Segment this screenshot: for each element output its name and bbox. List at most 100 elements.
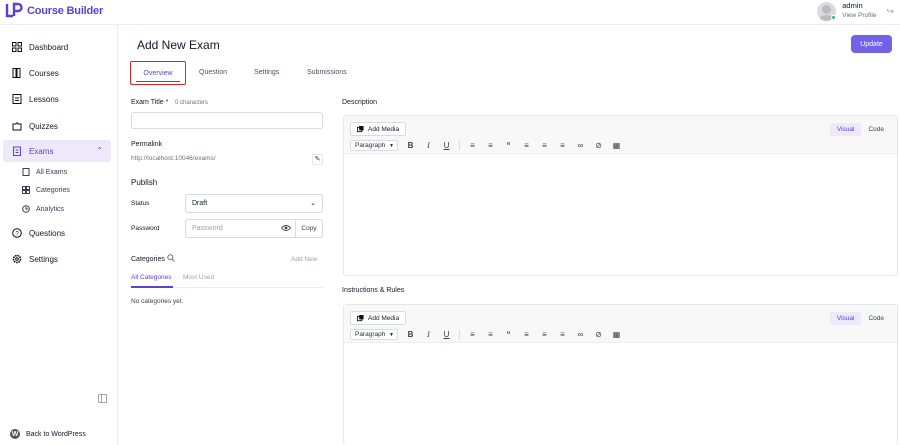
active-category-tab-underline	[131, 286, 173, 288]
toolbar-toggle-icon[interactable]: ▦	[611, 141, 622, 150]
publish-heading: Publish	[131, 178, 158, 187]
tab-submissions[interactable]: Submissions	[307, 69, 347, 76]
brand-name: Course Builder	[27, 5, 104, 17]
add-media-label: Add Media	[368, 314, 400, 322]
sidebar-item-exams[interactable]: Exams ⌃	[3, 140, 111, 162]
sidebar-item-quizzes[interactable]: Quizzes	[3, 115, 111, 137]
sidebar-item-label: Exams	[29, 146, 54, 156]
clipboard-icon	[13, 146, 21, 156]
logout-icon[interactable]: ↪	[886, 6, 894, 17]
bullet-list-icon[interactable]: ≡	[467, 141, 478, 150]
edit-permalink-icon[interactable]: ✎	[312, 154, 323, 165]
view-profile-link[interactable]: View Profile	[842, 11, 876, 21]
copy-button[interactable]: Copy	[295, 220, 322, 237]
document-icon	[22, 168, 30, 176]
eye-icon[interactable]	[281, 224, 291, 232]
add-media-button[interactable]: Add Media	[350, 122, 407, 136]
format-toolbar: Paragraph ▼ B I U ≡ ≡ “ ≡ ≡ ≡ ∞ ⊘ ▦	[350, 329, 622, 340]
align-right-icon[interactable]: ≡	[557, 330, 568, 339]
add-new-category-link[interactable]: Add New	[291, 256, 317, 263]
update-button[interactable]: Update	[851, 35, 892, 53]
paragraph-select[interactable]: Paragraph ▼	[350, 329, 398, 340]
sidebar-item-dashboard[interactable]: Dashboard	[3, 36, 111, 58]
required-mark: *	[165, 99, 169, 106]
code-tab[interactable]: Code	[861, 123, 891, 136]
tab-overview[interactable]: Overview	[130, 61, 186, 85]
align-center-icon[interactable]: ≡	[539, 141, 550, 150]
italic-icon[interactable]: I	[423, 330, 434, 339]
media-icon	[357, 125, 364, 132]
password-placeholder: Password	[192, 225, 223, 232]
code-tab[interactable]: Code	[861, 312, 891, 325]
sidebar-item-settings[interactable]: Settings	[3, 248, 111, 270]
unlink-icon[interactable]: ⊘	[593, 330, 604, 339]
sidebar-item-label: Quizzes	[29, 121, 58, 131]
user-menu[interactable]: admin View Profile ↪	[817, 1, 894, 21]
align-right-icon[interactable]: ≡	[557, 141, 568, 150]
status-value: Draft	[192, 200, 208, 207]
tab-question[interactable]: Question	[199, 69, 227, 76]
brand-logo[interactable]: Course Builder	[5, 2, 103, 20]
media-icon	[357, 314, 364, 321]
toolbar-divider	[459, 330, 460, 339]
underline-icon[interactable]: U	[441, 330, 452, 339]
sidebar-item-label: Courses	[29, 68, 59, 78]
top-bar: Course Builder admin View Profile ↪	[0, 0, 900, 25]
status-select[interactable]: Draft ⌄	[185, 194, 323, 213]
bold-icon[interactable]: B	[405, 330, 416, 339]
sidebar-item-label: Questions	[29, 228, 66, 238]
chevron-up-icon[interactable]: ⌃	[96, 146, 103, 155]
editor-toolbar: Add Media Visual Code Paragraph ▼ B I U ≡…	[344, 305, 897, 343]
active-tab-underline	[136, 81, 180, 82]
sidebar-subitem-label: Categories	[36, 186, 70, 194]
link-icon[interactable]: ∞	[575, 330, 586, 339]
visual-tab[interactable]: Visual	[829, 123, 862, 136]
unlink-icon[interactable]: ⊘	[593, 141, 604, 150]
back-to-wordpress-link[interactable]: W Back to WordPress	[10, 429, 86, 439]
tab-all-categories[interactable]: All Categories	[131, 274, 171, 281]
gear-icon	[12, 254, 22, 264]
character-count: 0 characters	[175, 100, 209, 106]
exam-title-input[interactable]	[131, 112, 323, 129]
exam-title-label: Exam Title *	[131, 99, 168, 106]
sidebar-item-courses[interactable]: Courses	[3, 62, 111, 84]
sidebar-subitem-all-exams[interactable]: All Exams	[22, 168, 67, 176]
numbered-list-icon[interactable]: ≡	[485, 141, 496, 150]
italic-icon[interactable]: I	[423, 141, 434, 150]
blockquote-icon[interactable]: “	[503, 330, 514, 339]
tab-settings[interactable]: Settings	[254, 69, 279, 76]
clock-icon	[22, 205, 30, 213]
align-left-icon[interactable]: ≡	[521, 330, 532, 339]
bold-icon[interactable]: B	[405, 141, 416, 150]
link-icon[interactable]: ∞	[575, 141, 586, 150]
sidebar: Dashboard Courses Lessons Quizzes Exams …	[0, 25, 118, 445]
sidebar-collapse-icon[interactable]	[98, 394, 107, 403]
search-icon[interactable]	[167, 254, 175, 262]
align-left-icon[interactable]: ≡	[521, 141, 532, 150]
numbered-list-icon[interactable]: ≡	[485, 330, 496, 339]
description-editor[interactable]: Add Media Visual Code Paragraph ▼ B I U ≡…	[343, 115, 898, 276]
bullet-list-icon[interactable]: ≡	[467, 330, 478, 339]
add-media-label: Add Media	[368, 125, 400, 133]
sidebar-subitem-analytics[interactable]: Analytics	[22, 205, 64, 213]
sidebar-subitem-categories[interactable]: Categories	[22, 186, 70, 194]
sidebar-item-label: Settings	[29, 254, 58, 264]
back-to-wordpress-label: Back to WordPress	[26, 430, 86, 438]
sidebar-item-lessons[interactable]: Lessons	[3, 88, 111, 110]
logo-icon	[5, 2, 23, 18]
add-media-button[interactable]: Add Media	[350, 311, 407, 325]
permalink-value: http://localhost:10046/exams/	[131, 155, 216, 162]
sidebar-item-questions[interactable]: ? Questions	[3, 222, 111, 244]
blockquote-icon[interactable]: “	[503, 141, 514, 150]
tab-most-used[interactable]: Most Used	[183, 274, 214, 281]
toolbar-divider	[459, 141, 460, 150]
toolbar-toggle-icon[interactable]: ▦	[611, 330, 622, 339]
paragraph-select[interactable]: Paragraph ▼	[350, 140, 398, 151]
align-center-icon[interactable]: ≡	[539, 330, 550, 339]
password-field[interactable]: Password Copy	[185, 219, 323, 238]
instructions-editor[interactable]: Add Media Visual Code Paragraph ▼ B I U ≡…	[343, 304, 898, 445]
categories-label: Categories	[131, 256, 165, 263]
visual-tab[interactable]: Visual	[829, 312, 862, 325]
password-label: Password	[131, 225, 160, 232]
underline-icon[interactable]: U	[441, 141, 452, 150]
